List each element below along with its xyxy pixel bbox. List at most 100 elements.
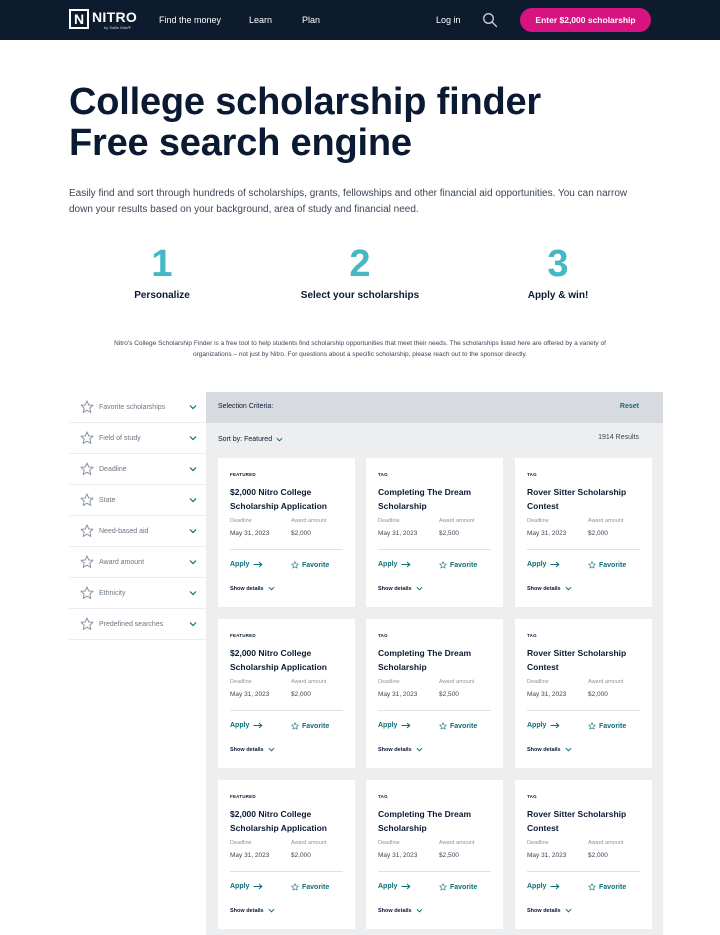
- apply-button[interactable]: Apply: [378, 722, 412, 729]
- show-details-label: Show details: [527, 585, 561, 592]
- search-icon[interactable]: [482, 12, 498, 28]
- filter-item[interactable]: Ethnicity: [69, 578, 206, 609]
- apply-button[interactable]: Apply: [378, 883, 412, 890]
- card-title[interactable]: $2,000 Nitro College Scholarship Applica…: [230, 485, 348, 513]
- show-details-toggle[interactable]: Show details: [230, 746, 275, 753]
- award-label: Award amount: [439, 840, 475, 846]
- arrow-right-icon: [401, 561, 412, 568]
- arrow-right-icon: [550, 561, 561, 568]
- login-link[interactable]: Log in: [436, 14, 461, 26]
- deadline-value: May 31, 2023: [527, 852, 567, 859]
- enter-scholarship-button[interactable]: Enter $2,000 scholarship: [520, 8, 651, 32]
- favorite-button[interactable]: Favorite: [291, 561, 329, 569]
- step-label: Apply & win!: [527, 290, 589, 301]
- chevron-down-icon: [416, 747, 423, 752]
- award-value: $2,000: [291, 852, 311, 859]
- favorite-button[interactable]: Favorite: [291, 883, 329, 891]
- favorite-button[interactable]: Favorite: [439, 883, 477, 891]
- apply-label: Apply: [378, 883, 398, 890]
- filter-label: Field of study: [99, 434, 141, 442]
- results-count: 1914 Results: [598, 434, 639, 441]
- card-divider: [527, 710, 640, 711]
- filter-item[interactable]: Field of study: [69, 423, 206, 454]
- favorite-button[interactable]: Favorite: [291, 722, 329, 730]
- favorite-label: Favorite: [599, 561, 627, 569]
- apply-button[interactable]: Apply: [527, 722, 561, 729]
- scholarship-card: TAG Rover Sitter Scholarship Contest Deadl…: [515, 458, 652, 607]
- filter-item[interactable]: State: [69, 485, 206, 516]
- apply-button[interactable]: Apply: [378, 561, 412, 568]
- chevron-down-icon: [189, 498, 197, 503]
- card-title[interactable]: Rover Sitter Scholarship Contest: [527, 646, 645, 674]
- star-icon: [291, 722, 299, 730]
- card-title[interactable]: Rover Sitter Scholarship Contest: [527, 807, 645, 835]
- show-details-label: Show details: [378, 746, 412, 753]
- star-icon: [588, 561, 596, 569]
- favorite-button[interactable]: Favorite: [439, 722, 477, 730]
- card-title[interactable]: Completing The Dream Scholarship: [378, 646, 496, 674]
- chevron-down-icon: [189, 622, 197, 627]
- star-icon: [588, 722, 596, 730]
- show-details-toggle[interactable]: Show details: [230, 585, 275, 592]
- deadline-value: May 31, 2023: [230, 530, 270, 537]
- arrow-right-icon: [253, 561, 264, 568]
- star-icon: [291, 883, 299, 891]
- card-divider: [230, 710, 343, 711]
- filter-item[interactable]: Need-based aid: [69, 516, 206, 547]
- deadline-label: Deadline: [527, 518, 549, 524]
- scholarship-card: FEATURED $2,000 Nitro College Scholarship…: [218, 458, 355, 607]
- card-title[interactable]: Completing The Dream Scholarship: [378, 485, 496, 513]
- card-divider: [230, 871, 343, 872]
- nav-link-learn[interactable]: Learn: [249, 14, 272, 26]
- chevron-down-icon: [189, 560, 197, 565]
- show-details-toggle[interactable]: Show details: [527, 585, 572, 592]
- show-details-toggle[interactable]: Show details: [527, 746, 572, 753]
- card-title[interactable]: $2,000 Nitro College Scholarship Applica…: [230, 807, 348, 835]
- favorite-button[interactable]: Favorite: [588, 883, 626, 891]
- apply-label: Apply: [378, 722, 398, 729]
- favorite-button[interactable]: Favorite: [439, 561, 477, 569]
- step-3: 3 Apply & win!: [458, 244, 658, 303]
- apply-button[interactable]: Apply: [527, 561, 561, 568]
- filter-item[interactable]: Deadline: [69, 454, 206, 485]
- favorite-button[interactable]: Favorite: [588, 722, 626, 730]
- nitro-logo[interactable]: N NITRO by Sallie Mae®: [69, 9, 137, 31]
- deadline-value: May 31, 2023: [230, 852, 270, 859]
- apply-button[interactable]: Apply: [230, 883, 264, 890]
- card-title[interactable]: Completing The Dream Scholarship: [378, 807, 496, 835]
- show-details-toggle[interactable]: Show details: [378, 907, 423, 914]
- apply-button[interactable]: Apply: [527, 883, 561, 890]
- chevron-down-icon: [189, 467, 197, 472]
- award-label: Award amount: [439, 679, 475, 685]
- card-tag: TAG: [378, 794, 388, 799]
- favorite-label: Favorite: [450, 561, 478, 569]
- deadline-label: Deadline: [378, 518, 400, 524]
- star-icon: [80, 555, 94, 568]
- apply-button[interactable]: Apply: [230, 561, 264, 568]
- show-details-toggle[interactable]: Show details: [230, 907, 275, 914]
- chevron-down-icon: [565, 908, 572, 913]
- card-title[interactable]: Rover Sitter Scholarship Contest: [527, 485, 645, 513]
- results-panel: Selection Criteria: Reset Sort by: Featu…: [206, 392, 663, 935]
- deadline-value: May 31, 2023: [230, 691, 270, 698]
- card-title[interactable]: $2,000 Nitro College Scholarship Applica…: [230, 646, 348, 674]
- nav-link-find-the-money[interactable]: Find the money: [159, 14, 221, 26]
- nav-link-plan[interactable]: Plan: [302, 14, 320, 26]
- award-value: $2,000: [588, 852, 608, 859]
- logo-mark: N: [69, 9, 89, 29]
- show-details-toggle[interactable]: Show details: [378, 585, 423, 592]
- chevron-down-icon: [268, 586, 275, 591]
- chevron-down-icon: [189, 436, 197, 441]
- filter-label: Deadline: [99, 465, 127, 473]
- show-details-toggle[interactable]: Show details: [378, 746, 423, 753]
- show-details-toggle[interactable]: Show details: [527, 907, 572, 914]
- filter-item[interactable]: Predefined searches: [69, 609, 206, 640]
- apply-button[interactable]: Apply: [230, 722, 264, 729]
- filter-item[interactable]: Award amount: [69, 547, 206, 578]
- filter-item[interactable]: Favorite scholarships: [69, 392, 206, 423]
- favorite-button[interactable]: Favorite: [588, 561, 626, 569]
- card-tag: TAG: [527, 794, 537, 799]
- filter-label: Predefined searches: [99, 620, 164, 628]
- sort-dropdown[interactable]: Sort by: Featured: [218, 436, 283, 443]
- reset-button[interactable]: Reset: [620, 403, 639, 410]
